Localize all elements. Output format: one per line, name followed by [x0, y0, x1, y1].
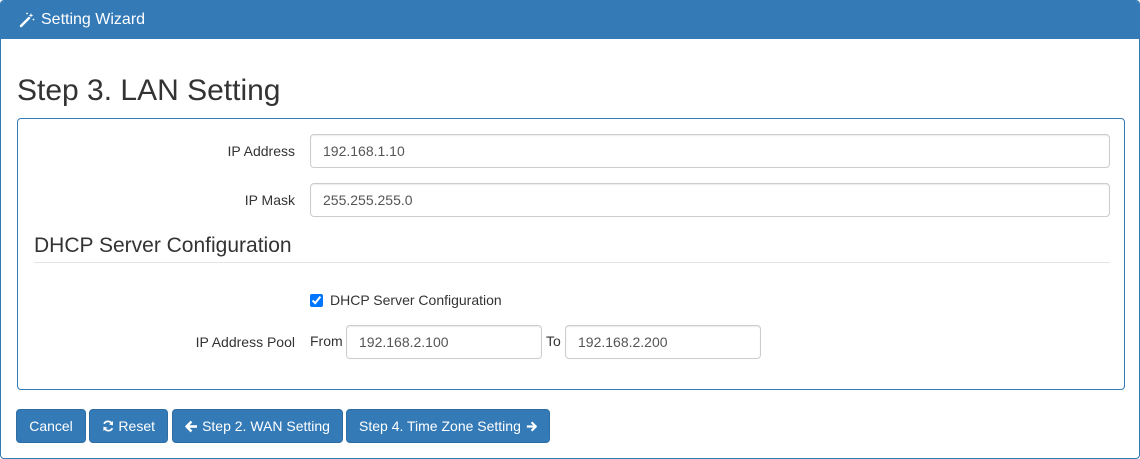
ip-address-label: IP Address: [227, 143, 295, 159]
cancel-button[interactable]: Cancel: [16, 409, 86, 443]
ip-mask-label: IP Mask: [244, 192, 295, 208]
reset-button-label: Reset: [118, 418, 155, 434]
ip-address-input[interactable]: [310, 134, 1110, 168]
dhcp-enable-label: DHCP Server Configuration: [330, 292, 502, 308]
ip-pool-label: IP Address Pool: [195, 334, 295, 350]
arrow-right-icon: [526, 420, 537, 432]
pool-from-label: From: [310, 333, 343, 349]
dhcp-enable-option[interactable]: DHCP Server Configuration: [310, 292, 502, 308]
magic-wand-icon: [19, 12, 35, 28]
pool-from-input[interactable]: [346, 325, 542, 359]
pool-to-input[interactable]: [565, 325, 761, 359]
reset-button[interactable]: Reset: [89, 409, 168, 443]
ip-mask-input[interactable]: [310, 183, 1110, 217]
wizard-title: Setting Wizard: [41, 11, 146, 28]
cancel-button-label: Cancel: [29, 418, 73, 434]
lan-settings-panel: IP Address IP Mask DHCP Server Configura…: [17, 118, 1125, 390]
dhcp-enable-checkbox[interactable]: [310, 293, 323, 307]
wizard-header: Setting Wizard: [1, 1, 1139, 39]
setting-wizard-panel: Setting Wizard Step 3. LAN Setting IP Ad…: [0, 0, 1140, 459]
prev-step-button[interactable]: Step 2. WAN Setting: [172, 409, 343, 443]
section-divider: [34, 262, 1110, 263]
refresh-icon: [103, 420, 114, 432]
dhcp-section-title: DHCP Server Configuration: [34, 234, 292, 257]
pool-to-label: To: [546, 333, 561, 349]
prev-step-label: Step 2. WAN Setting: [202, 418, 330, 434]
next-step-label: Step 4. Time Zone Setting: [359, 418, 521, 434]
next-step-button[interactable]: Step 4. Time Zone Setting: [346, 409, 550, 443]
arrow-left-icon: [185, 420, 198, 432]
step-title: Step 3. LAN Setting: [17, 74, 281, 107]
